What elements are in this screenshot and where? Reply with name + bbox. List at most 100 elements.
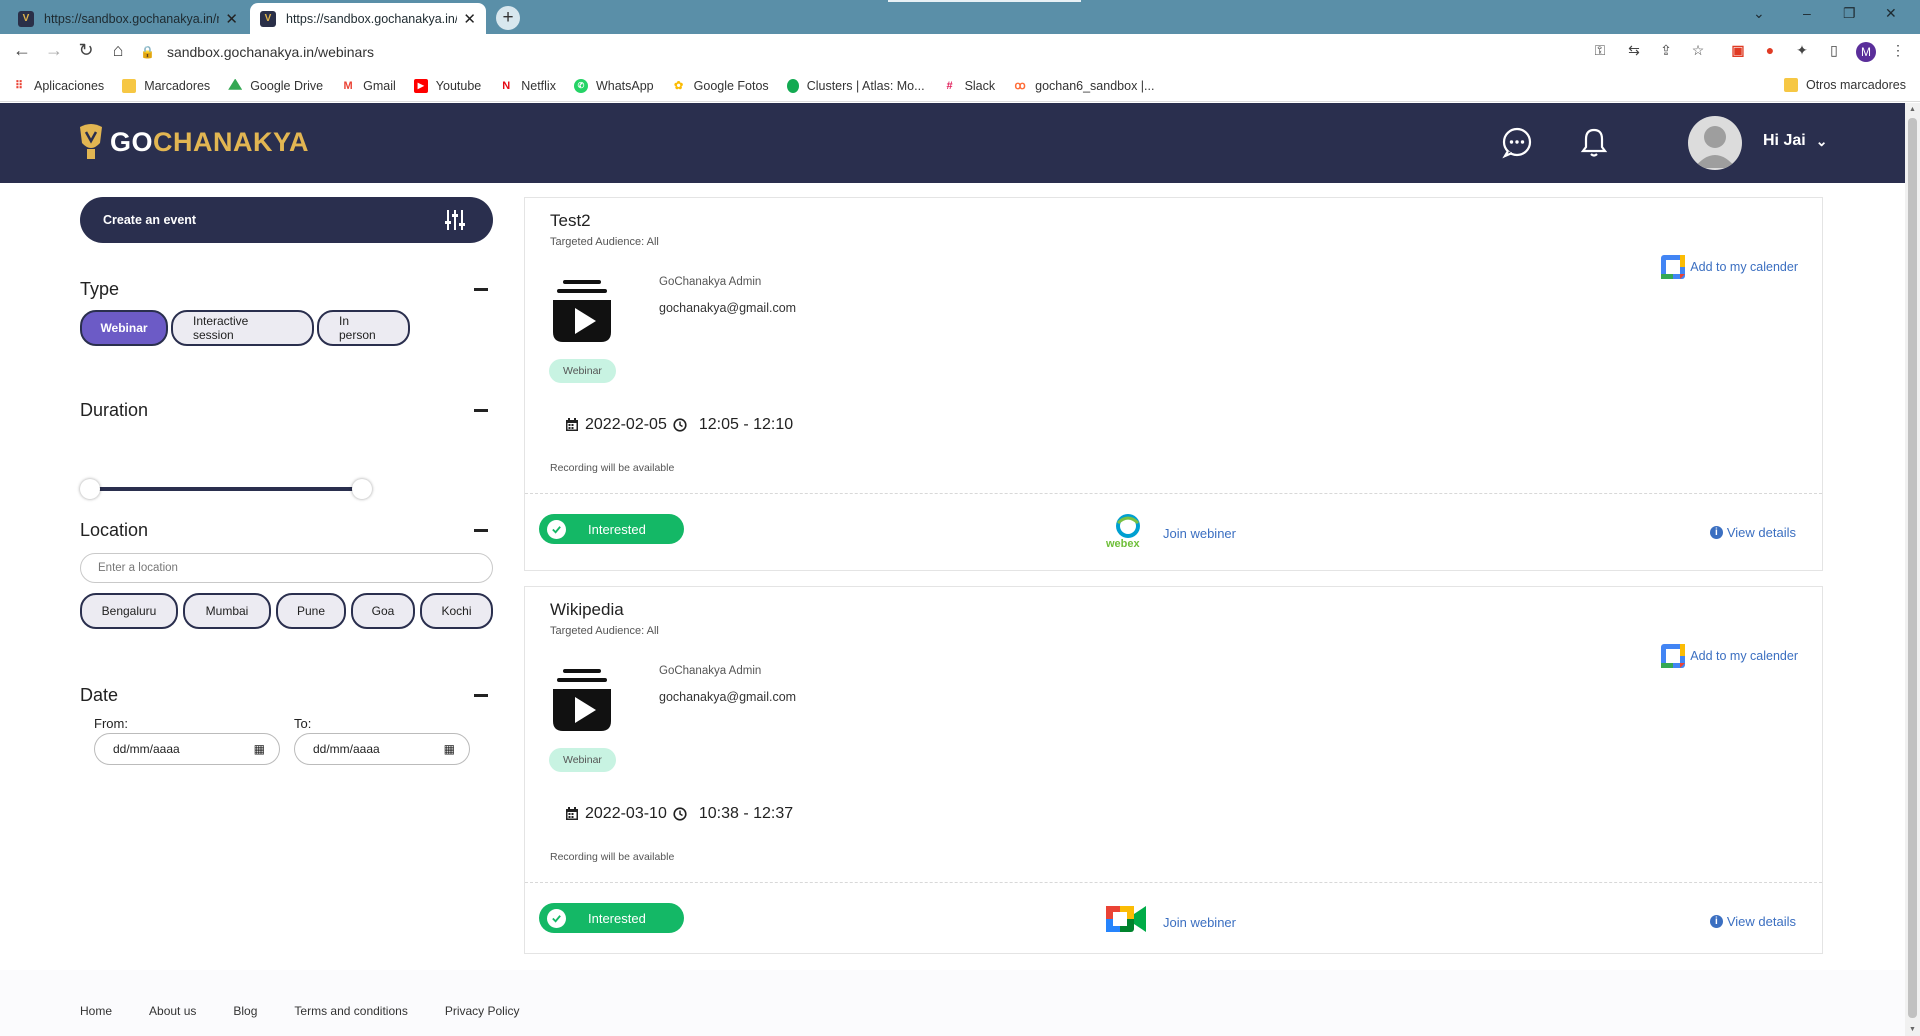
create-event-button[interactable]: Create an event — [80, 197, 493, 243]
page-scrollbar[interactable]: ▲ ▼ — [1905, 103, 1920, 1036]
footer-link-terms[interactable]: Terms and conditions — [294, 1004, 407, 1018]
browser-tab-2[interactable]: V https://sandbox.gochanakya.in/w ✕ — [250, 3, 486, 34]
extensions-puzzle-icon[interactable]: ✦ — [1792, 42, 1812, 59]
info-icon: i — [1709, 915, 1723, 928]
close-window-icon[interactable]: ✕ — [1885, 5, 1897, 22]
join-webinar-link[interactable]: Join webiner — [1163, 526, 1236, 541]
location-input[interactable]: Enter a location — [80, 553, 493, 583]
duration-range-slider[interactable] — [80, 477, 372, 501]
interested-button[interactable]: Interested — [539, 903, 684, 933]
profile-avatar[interactable]: M — [1856, 42, 1876, 62]
add-to-calendar-link[interactable]: Add to my calender — [1660, 254, 1798, 280]
location-filter-header[interactable]: Location — [80, 520, 494, 541]
bookmark-item[interactable]: Marcadores — [122, 78, 210, 93]
extension-pdf-icon[interactable]: ▣ — [1728, 42, 1748, 59]
restore-icon[interactable]: ❐ — [1843, 5, 1856, 22]
date-filter-header[interactable]: Date — [80, 685, 494, 706]
other-bookmarks[interactable]: Otros marcadores — [1783, 78, 1906, 92]
event-datetime: 2022-02-05 12:05 - 12:10 — [565, 416, 793, 434]
interested-button[interactable]: Interested — [539, 514, 684, 544]
location-chip-mumbai[interactable]: Mumbai — [183, 593, 271, 629]
type-filter-header[interactable]: Type — [80, 279, 494, 300]
menu-kebab-icon[interactable]: ⋮ — [1888, 42, 1908, 59]
type-heading: Type — [80, 279, 120, 299]
mongodb-icon — [786, 78, 799, 93]
host-name: GoChanakya Admin — [659, 665, 762, 677]
location-chip-pune[interactable]: Pune — [276, 593, 346, 629]
footer-link-privacy[interactable]: Privacy Policy — [445, 1004, 520, 1018]
folder-icon — [122, 78, 137, 93]
calendar-picker-icon[interactable]: ▦ — [444, 742, 455, 756]
close-tab-icon[interactable]: ✕ — [463, 10, 476, 28]
collapse-minus-icon[interactable] — [474, 409, 488, 412]
bookmark-item[interactable]: ✿ Google Fotos — [672, 79, 769, 93]
extension-adblock-icon[interactable]: ● — [1760, 42, 1780, 58]
translate-icon[interactable]: ⇆ — [1624, 42, 1644, 59]
bookmark-item[interactable]: ✆ WhatsApp — [573, 78, 654, 93]
calendar-picker-icon[interactable]: ▦ — [254, 742, 265, 756]
bookmark-item[interactable]: Clusters | Atlas: Mo... — [786, 78, 925, 93]
tab-search-icon[interactable]: ⌄ — [1753, 5, 1765, 22]
bookmark-item[interactable]: Google Drive — [228, 78, 323, 93]
scroll-up-icon[interactable]: ▲ — [1909, 106, 1916, 113]
footer-link-blog[interactable]: Blog — [233, 1004, 257, 1018]
forward-icon[interactable]: → — [42, 40, 66, 61]
back-icon[interactable]: ← — [10, 40, 34, 61]
minimize-icon[interactable]: – — [1803, 5, 1811, 21]
bookmark-item[interactable]: M Gmail — [341, 79, 396, 93]
collapse-minus-icon[interactable] — [474, 288, 488, 291]
user-menu[interactable]: Hi Jai ⌄ — [1763, 132, 1827, 150]
scroll-down-icon[interactable]: ▼ — [1909, 1026, 1916, 1033]
to-label: To: — [294, 716, 312, 731]
type-chip-interactive-session[interactable]: Interactive session — [171, 310, 314, 346]
close-tab-icon[interactable]: ✕ — [225, 10, 238, 28]
bookmark-item[interactable]: ꝏ gochan6_sandbox |... — [1013, 79, 1155, 93]
type-chip-in-person[interactable]: In person — [317, 310, 410, 346]
slider-handle-min[interactable] — [80, 479, 100, 499]
logo-text-go: GO — [110, 126, 154, 157]
calendar-icon — [566, 807, 578, 820]
host-logo-icon — [553, 280, 611, 342]
clock-icon — [673, 807, 687, 821]
scrollbar-thumb[interactable] — [1908, 118, 1917, 1018]
add-to-calendar-link[interactable]: Add to my calender — [1660, 643, 1798, 669]
check-circle-icon — [547, 908, 566, 928]
bookmark-item[interactable]: ⠿ Aplicaciones — [12, 79, 104, 93]
home-icon[interactable]: ⌂ — [106, 40, 130, 61]
browser-tab-1[interactable]: V https://sandbox.gochanakya.in/m ✕ — [8, 3, 248, 34]
notification-bell-icon[interactable] — [1577, 125, 1611, 159]
collapse-minus-icon[interactable] — [474, 694, 488, 697]
footer-link-about[interactable]: About us — [149, 1004, 196, 1018]
side-panel-icon[interactable]: ▯ — [1824, 42, 1844, 59]
event-card: Wikipedia Targeted Audience: All Add to … — [524, 586, 1823, 954]
bookmark-item[interactable]: N Netflix — [499, 79, 556, 93]
from-date-input[interactable]: dd/mm/aaaa ▦ — [94, 733, 280, 765]
location-chip-bengaluru[interactable]: Bengaluru — [80, 593, 178, 629]
join-webinar-link[interactable]: Join webiner — [1163, 915, 1236, 930]
chat-icon[interactable] — [1500, 125, 1534, 159]
gmail-icon: M — [343, 79, 353, 92]
address-bar[interactable]: 🔒 sandbox.gochanakya.in/webinars — [140, 37, 1552, 67]
bookmark-item[interactable]: # Slack — [943, 79, 996, 93]
footer-link-home[interactable]: Home — [80, 1004, 112, 1018]
user-avatar[interactable] — [1688, 116, 1742, 170]
bookmarks-bar: ⠿ Aplicaciones Marcadores Google Drive MG… — [0, 70, 1920, 102]
to-date-input[interactable]: dd/mm/aaaa ▦ — [294, 733, 470, 765]
type-chip-webinar[interactable]: Webinar — [80, 310, 168, 346]
duration-filter-header[interactable]: Duration — [80, 400, 494, 421]
bookmark-star-icon[interactable]: ☆ — [1688, 42, 1708, 59]
view-details-link[interactable]: i View details — [1709, 525, 1796, 540]
host-email: gochanakya@gmail.com — [659, 690, 797, 704]
slider-handle-max[interactable] — [352, 479, 372, 499]
new-tab-button[interactable]: + — [496, 6, 520, 30]
gochanakya-logo[interactable]: GOCHANAKYA — [78, 123, 309, 161]
key-icon[interactable]: ⚿ — [1590, 42, 1610, 59]
chanakya-logo-icon — [80, 124, 102, 159]
reload-icon[interactable]: ↻ — [74, 40, 98, 61]
location-chip-kochi[interactable]: Kochi — [420, 593, 493, 629]
bookmark-item[interactable]: ▶ Youtube — [413, 78, 481, 93]
share-icon[interactable]: ⇪ — [1656, 42, 1676, 59]
collapse-minus-icon[interactable] — [474, 529, 488, 532]
location-chip-goa[interactable]: Goa — [351, 593, 415, 629]
view-details-link[interactable]: i View details — [1709, 914, 1796, 929]
